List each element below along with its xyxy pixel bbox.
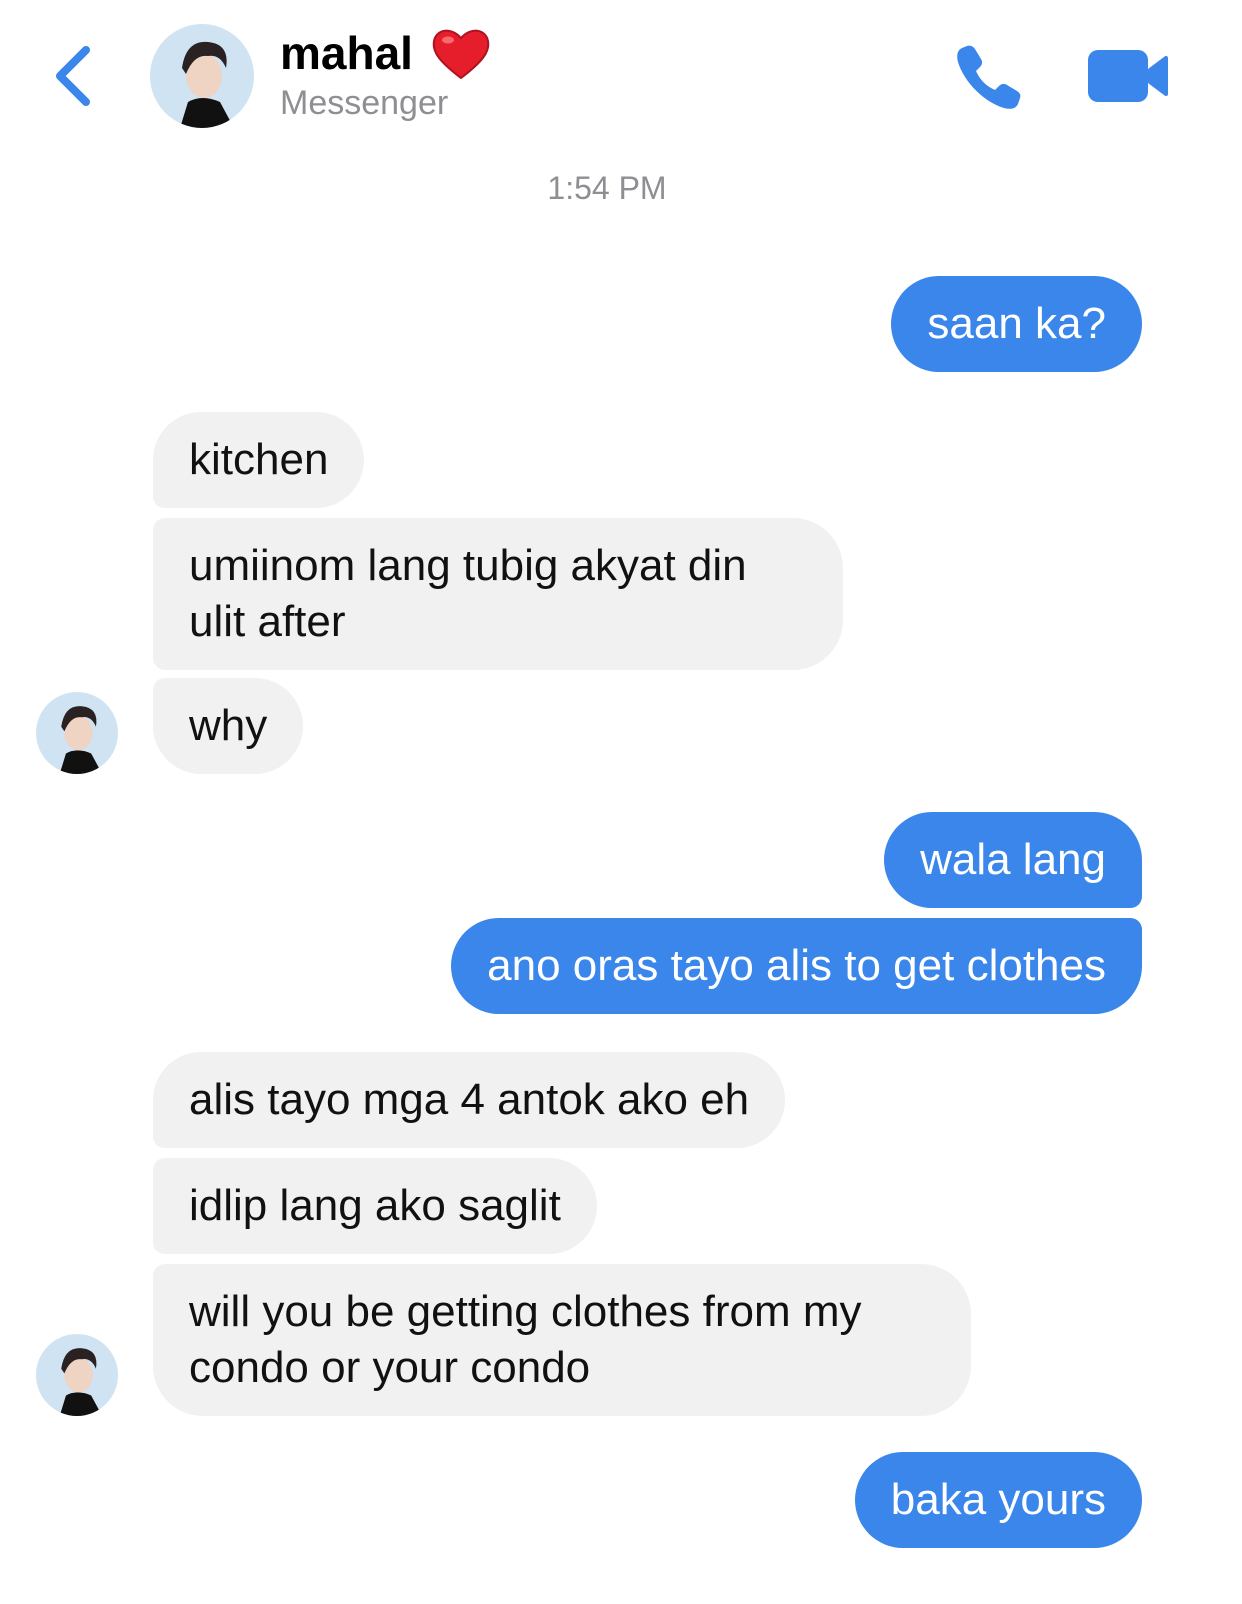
back-button[interactable] bbox=[48, 40, 100, 112]
outgoing-message[interactable]: wala lang bbox=[884, 812, 1142, 908]
contact-avatar[interactable] bbox=[150, 24, 254, 128]
outgoing-message[interactable]: saan ka? bbox=[891, 276, 1142, 372]
video-camera-icon bbox=[1088, 50, 1168, 102]
contact-name: mahal bbox=[280, 27, 413, 79]
outgoing-message[interactable]: ano oras tayo alis to get clothes bbox=[451, 918, 1142, 1014]
phone-icon bbox=[957, 45, 1021, 109]
incoming-message[interactable]: idlip lang ako saglit bbox=[153, 1158, 597, 1254]
conversation-header: mahal Messenger bbox=[0, 0, 1242, 150]
heart-emoji bbox=[432, 29, 490, 80]
contact-subtitle: Messenger bbox=[280, 84, 449, 122]
incoming-message[interactable]: alis tayo mga 4 antok ako eh bbox=[153, 1052, 786, 1148]
incoming-message[interactable]: kitchen bbox=[153, 412, 365, 508]
incoming-message[interactable]: will you be getting clothes from my cond… bbox=[153, 1264, 971, 1416]
incoming-message[interactable]: why bbox=[153, 678, 304, 774]
outgoing-message[interactable]: baka yours bbox=[854, 1452, 1142, 1548]
contact-avatar-small bbox=[36, 1334, 118, 1416]
timestamp: 1:54 PM bbox=[547, 170, 667, 206]
contact-avatar-small bbox=[36, 692, 118, 774]
video-call-button[interactable] bbox=[1086, 46, 1170, 106]
chevron-left-icon bbox=[56, 46, 90, 106]
incoming-message[interactable]: umiinom lang tubig akyat din ulit after bbox=[153, 518, 843, 670]
call-button[interactable] bbox=[950, 40, 1026, 116]
